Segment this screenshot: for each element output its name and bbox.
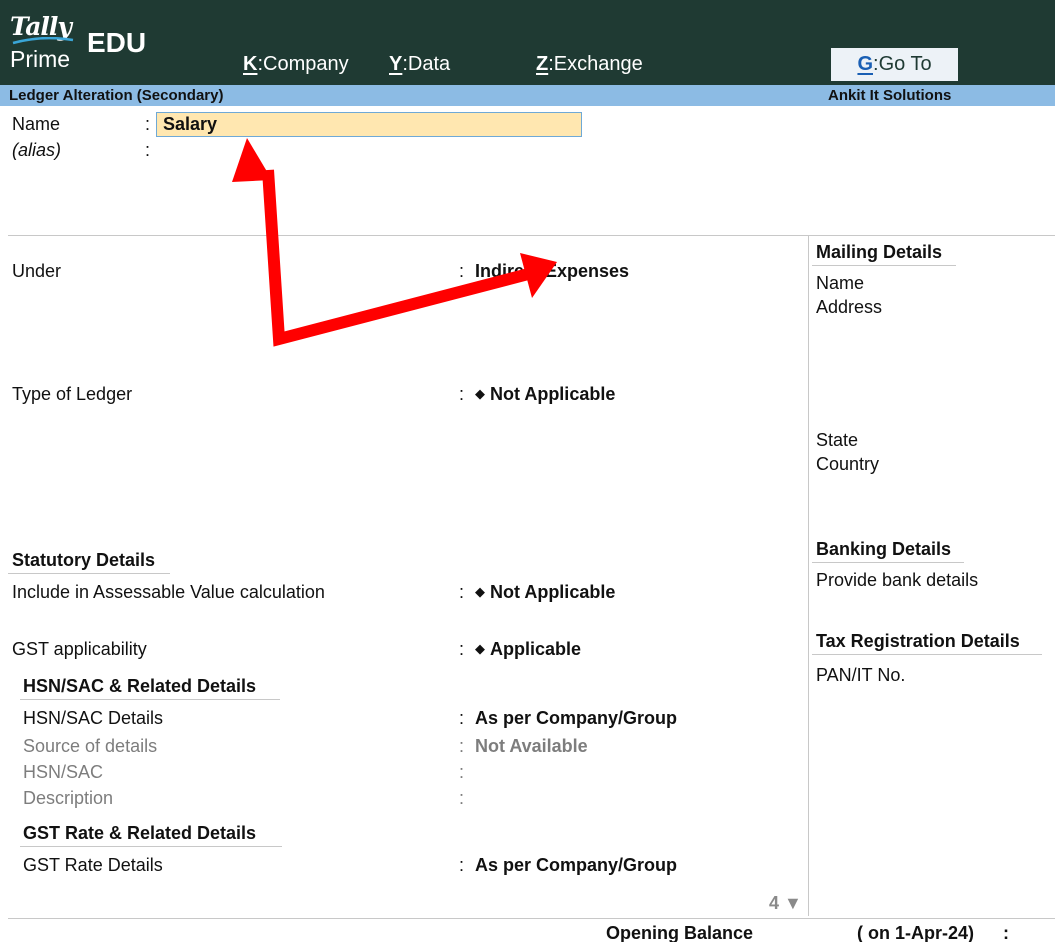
name-label: Name <box>12 114 61 134</box>
logo-swoosh-icon <box>12 37 74 45</box>
mailing-underline <box>812 265 956 266</box>
under-value[interactable]: Indirect Expenses <box>475 260 629 282</box>
under-colon: : <box>459 261 465 281</box>
menu-exchange[interactable]: Z:Exchange <box>536 52 643 76</box>
company-name: Ankit It Solutions <box>828 87 952 104</box>
logo-prime-text: Prime <box>10 46 71 72</box>
menu-company[interactable]: K:Company <box>243 52 349 76</box>
pan-label: PAN/IT No. <box>816 665 906 685</box>
type-colon: : <box>459 384 465 404</box>
opening-balance-date: ( on 1-Apr-24) <box>857 923 974 942</box>
gst-rate-details-label: GST Rate Details <box>23 855 163 875</box>
diamond-bullet-icon: ◆ <box>475 641 485 656</box>
mailing-heading: Mailing Details <box>816 242 943 262</box>
gst-applicability-value[interactable]: ◆ Applicable <box>475 638 581 662</box>
mailing-state-label: State <box>816 430 859 450</box>
hsn-heading: HSN/SAC & Related Details <box>23 676 257 696</box>
screen-title: Ledger Alteration (Secondary) <box>9 87 224 104</box>
source-colon: : <box>459 736 465 756</box>
assessable-label: Include in Assessable Value calculation <box>12 582 325 602</box>
footer-divider <box>8 918 1055 919</box>
gst-rate-underline <box>20 846 282 847</box>
scroll-indicator[interactable]: 4 ▼ <box>769 893 802 914</box>
mailing-country-label: Country <box>816 454 880 474</box>
gst-rate-details-value[interactable]: As per Company/Group <box>475 854 677 876</box>
description-colon: : <box>459 788 465 808</box>
goto-button[interactable]: G:Go To <box>831 48 958 81</box>
gst-rate-colon: : <box>459 855 465 875</box>
type-of-ledger-label: Type of Ledger <box>12 384 133 404</box>
gst-applicability-label: GST applicability <box>12 639 147 659</box>
name-colon: : <box>145 114 151 134</box>
description-label: Description <box>23 788 114 808</box>
tax-heading: Tax Registration Details <box>816 631 1020 651</box>
under-label: Under <box>12 261 62 281</box>
diamond-bullet-icon: ◆ <box>475 584 485 599</box>
hsn-details-value[interactable]: As per Company/Group <box>475 707 677 729</box>
annotation-arrow-icon <box>232 138 557 347</box>
alias-colon: : <box>145 140 151 160</box>
opening-balance-label: Opening Balance <box>606 923 754 942</box>
source-label: Source of details <box>23 736 158 756</box>
gst-rate-heading: GST Rate & Related Details <box>23 823 257 843</box>
screen-title-bar: Ledger Alteration (Secondary) Ankit It S… <box>0 85 1055 106</box>
diamond-bullet-icon: ◆ <box>475 386 485 401</box>
mailing-address-label: Address <box>816 297 883 317</box>
provide-bank-details-label[interactable]: Provide bank details <box>816 569 978 591</box>
assessable-value[interactable]: ◆ Not Applicable <box>475 581 615 605</box>
statutory-heading: Statutory Details <box>12 550 156 570</box>
opening-balance-colon: : <box>1003 923 1009 942</box>
alias-label: (alias) <box>12 140 62 160</box>
hsn-sac-label: HSN/SAC <box>23 762 104 782</box>
divider-horizontal <box>8 235 1055 236</box>
gst-colon: : <box>459 639 465 659</box>
ledger-name-input[interactable] <box>156 112 582 137</box>
tax-underline <box>812 654 1042 655</box>
scroll-down-icon: ▼ <box>784 893 802 913</box>
arrowhead-up-icon <box>232 138 272 182</box>
mailing-name-label: Name <box>816 273 865 293</box>
hsn-details-label: HSN/SAC Details <box>23 708 164 728</box>
hsn-details-colon: : <box>459 708 465 728</box>
banking-underline <box>812 562 964 563</box>
hsn-sac-colon: : <box>459 762 465 782</box>
banking-heading: Banking Details <box>816 539 952 559</box>
statutory-underline <box>8 573 170 574</box>
assessable-colon: : <box>459 582 465 602</box>
top-bar: Tally Prime EDU K:Company Y:Data Z:Excha… <box>0 0 1055 85</box>
menu-data[interactable]: Y:Data <box>389 52 450 76</box>
edition-label: EDU <box>87 27 147 58</box>
type-of-ledger-value[interactable]: ◆ Not Applicable <box>475 383 615 407</box>
source-value: Not Available <box>475 736 588 756</box>
hsn-underline <box>20 699 280 700</box>
divider-vertical <box>808 236 809 916</box>
